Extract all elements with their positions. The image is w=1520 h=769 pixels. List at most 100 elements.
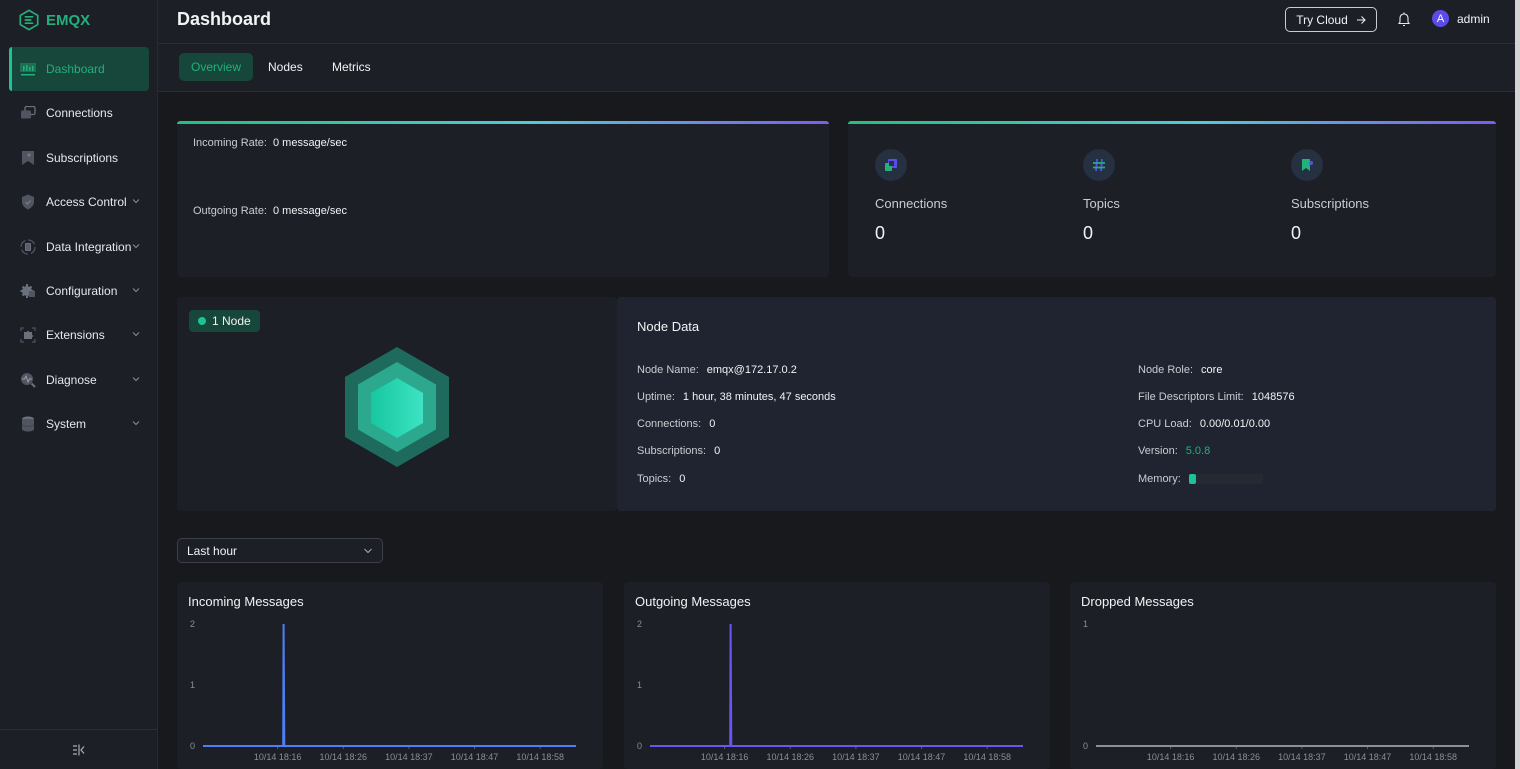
sidebar-item-data-integration[interactable]: Data Integration — [9, 225, 149, 269]
sidebar-item-label: Connections — [46, 106, 113, 121]
outgoing-messages-chart: Outgoing Messages 0 1 2 10/14 18:16 10/14 18… — [624, 582, 1050, 769]
try-cloud-button[interactable]: Try Cloud — [1285, 7, 1377, 32]
subscriptions-row: Subscriptions: 0 — [637, 445, 720, 457]
tab-overview[interactable]: Overview — [179, 53, 254, 81]
stat-label: Connections — [875, 196, 948, 211]
kv-value: 1048576 — [1251, 391, 1295, 403]
database-icon — [20, 416, 36, 432]
connections-icon — [20, 105, 36, 121]
bell-icon[interactable] — [1396, 11, 1412, 27]
x-tick-label: 10/14 18:37 — [1278, 752, 1326, 762]
sidebar-item-system[interactable]: System — [9, 402, 149, 446]
sidebar-item-label: Extensions — [46, 328, 105, 343]
memory-progress-bar — [1188, 474, 1263, 485]
node-data-card: Node Data Node Name: emqx@172.17.0.2 Upti… — [617, 297, 1496, 511]
x-tick-label: 10/14 18:58 — [1409, 752, 1457, 762]
memory-progress-fill — [1188, 474, 1197, 485]
rates-card: Incoming Rate: 0 message/sec Outgoing Rat… — [177, 121, 829, 277]
node-role-row: Node Role: core — [1138, 364, 1222, 376]
kv-value: 1 hour, 38 minutes, 47 seconds — [682, 391, 836, 403]
tab-nodes[interactable]: Nodes — [256, 53, 315, 81]
logo[interactable]: EMQX — [18, 9, 90, 31]
kv-value: 0 — [714, 445, 721, 457]
time-range-select[interactable]: Last hour — [177, 538, 383, 563]
y-tick-label: 1 — [637, 680, 642, 690]
kv-label: Node Role: — [1138, 364, 1194, 376]
version-row: Version: 5.0.8 — [1138, 445, 1210, 457]
kv-label: Subscriptions: — [637, 445, 707, 457]
chart-title: Dropped Messages — [1081, 594, 1194, 609]
kv-label: Version: — [1138, 445, 1178, 457]
sidebar-item-diagnose[interactable]: Diagnose — [9, 358, 149, 402]
fd-limit-row: File Descriptors Limit: 1048576 — [1138, 391, 1295, 403]
sidebar-item-subscriptions[interactable]: Subscriptions — [9, 136, 149, 180]
x-tick-label: 10/14 18:16 — [1147, 752, 1195, 762]
topics-row: Topics: 0 — [637, 473, 685, 485]
sidebar-item-dashboard[interactable]: Dashboard — [9, 47, 149, 91]
kv-label: Memory: — [1138, 473, 1181, 485]
collapse-sidebar-button[interactable] — [0, 729, 158, 769]
avatar: A — [1432, 10, 1449, 27]
stat-topics: Topics 0 — [1083, 149, 1120, 244]
x-tick-label: 10/14 18:26 — [1212, 752, 1260, 762]
gradient-bar — [177, 121, 829, 124]
time-range-value: Last hour — [187, 543, 238, 558]
uptime-row: Uptime: 1 hour, 38 minutes, 47 seconds — [637, 391, 836, 403]
gradient-bar — [848, 121, 1496, 124]
chevron-down-icon — [364, 548, 372, 554]
stat-subscriptions: Subscriptions 0 — [1291, 149, 1369, 244]
series-line — [203, 623, 576, 747]
subscriptions-icon — [20, 150, 36, 166]
x-tick-label: 10/14 18:47 — [451, 752, 499, 762]
data-integration-icon — [20, 238, 36, 255]
kv-label: CPU Load: — [1138, 418, 1192, 430]
dashboard-icon — [20, 61, 36, 77]
sidebar-item-connections[interactable]: Connections — [9, 91, 149, 135]
user-name: admin — [1457, 11, 1490, 26]
incoming-rate: Incoming Rate: 0 message/sec — [193, 137, 347, 149]
kv-label: File Descriptors Limit: — [1138, 391, 1244, 403]
y-tick-label: 1 — [190, 680, 195, 690]
sidebar-item-access-control[interactable]: Access Control — [9, 180, 149, 224]
connections-icon — [875, 149, 907, 181]
status-dot — [198, 317, 206, 325]
x-tick-label: 10/14 18:26 — [319, 752, 367, 762]
shield-icon — [20, 194, 36, 210]
cpu-load-row: CPU Load: 0.00/0.01/0.00 — [1138, 418, 1270, 430]
chart-plot: 0 1 2 10/14 18:16 10/14 18:26 10/14 18:37 10/1… — [190, 619, 576, 762]
chevron-down-icon — [132, 376, 140, 381]
sidebar-item-label: Dashboard — [46, 62, 105, 76]
chart-title: Incoming Messages — [188, 594, 304, 609]
node-name-row: Node Name: emqx@172.17.0.2 — [637, 364, 797, 376]
sidebar-item-label: System — [46, 417, 87, 432]
kv-label: Uptime: — [637, 391, 675, 403]
page-title: Dashboard — [177, 9, 272, 29]
hash-icon — [1083, 149, 1115, 181]
outgoing-rate-label: Outgoing Rate: — [193, 205, 267, 217]
chart-title: Outgoing Messages — [635, 594, 751, 609]
chart-plot: 0 1 10/14 18:16 10/14 18:26 10/14 18:37 10/14… — [1083, 619, 1469, 762]
arrow-right-icon — [1356, 15, 1366, 24]
incoming-rate-label: Incoming Rate: — [193, 137, 267, 149]
stat-connections: Connections 0 — [875, 149, 947, 244]
node-visual-card: 1 Node — [177, 297, 617, 511]
sidebar-item-configuration[interactable]: Configuration — [9, 269, 149, 313]
x-tick-label: 10/14 18:58 — [516, 752, 564, 762]
kv-label: Connections: — [637, 418, 702, 430]
kv-label: Topics: — [637, 473, 672, 485]
incoming-messages-chart: Incoming Messages 0 1 2 10/14 18:16 10/14 18… — [177, 582, 603, 769]
x-tick-label: 10/14 18:37 — [832, 752, 880, 762]
x-tick-label: 10/14 18:16 — [701, 752, 749, 762]
connections-row: Connections: 0 — [637, 418, 715, 430]
y-tick-label: 0 — [1083, 741, 1088, 751]
node-data-title: Node Data — [637, 319, 700, 334]
diagnose-icon — [20, 372, 36, 388]
dropped-messages-chart: Dropped Messages 0 1 10/14 18:16 10/14 18:2… — [1070, 582, 1496, 769]
chevron-down-icon — [132, 243, 140, 248]
node-hexagon-icon[interactable] — [341, 345, 453, 469]
series-line — [650, 623, 1023, 747]
page-scrollbar[interactable] — [1515, 0, 1520, 769]
tab-metrics[interactable]: Metrics — [320, 53, 383, 81]
user-menu[interactable]: A admin — [1432, 10, 1490, 27]
sidebar-item-extensions[interactable]: Extensions — [9, 313, 149, 357]
